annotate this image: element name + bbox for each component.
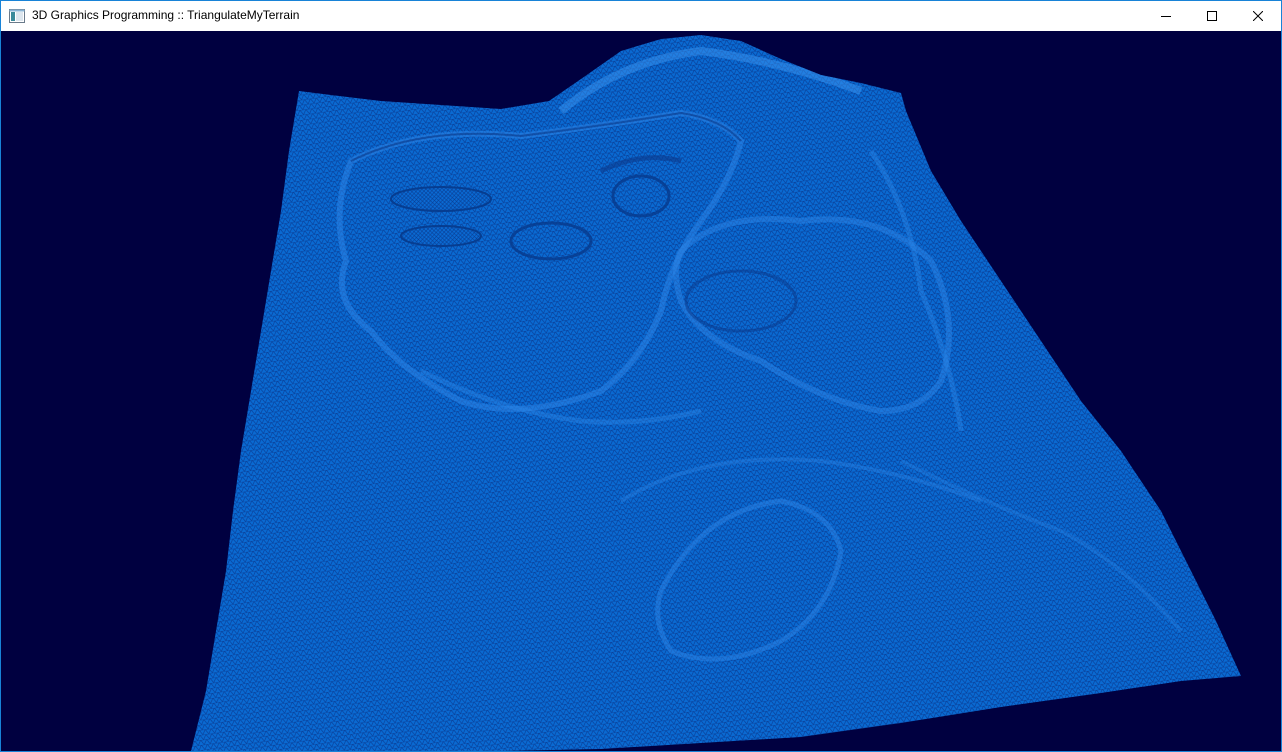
close-icon [1253,11,1263,21]
render-viewport[interactable] [1,31,1281,751]
maximize-button[interactable] [1189,1,1235,31]
terrain-render [191,35,1241,751]
window-app-icon[interactable] [9,9,25,23]
title-bar[interactable]: 3D Graphics Programming :: TriangulateMy… [1,1,1281,31]
window-title: 3D Graphics Programming :: TriangulateMy… [32,8,300,22]
terrain-mesh [191,35,1241,751]
close-button[interactable] [1235,1,1281,31]
minimize-icon [1161,11,1171,21]
app-window: 3D Graphics Programming :: TriangulateMy… [0,0,1282,752]
maximize-icon [1207,11,1217,21]
minimize-button[interactable] [1143,1,1189,31]
